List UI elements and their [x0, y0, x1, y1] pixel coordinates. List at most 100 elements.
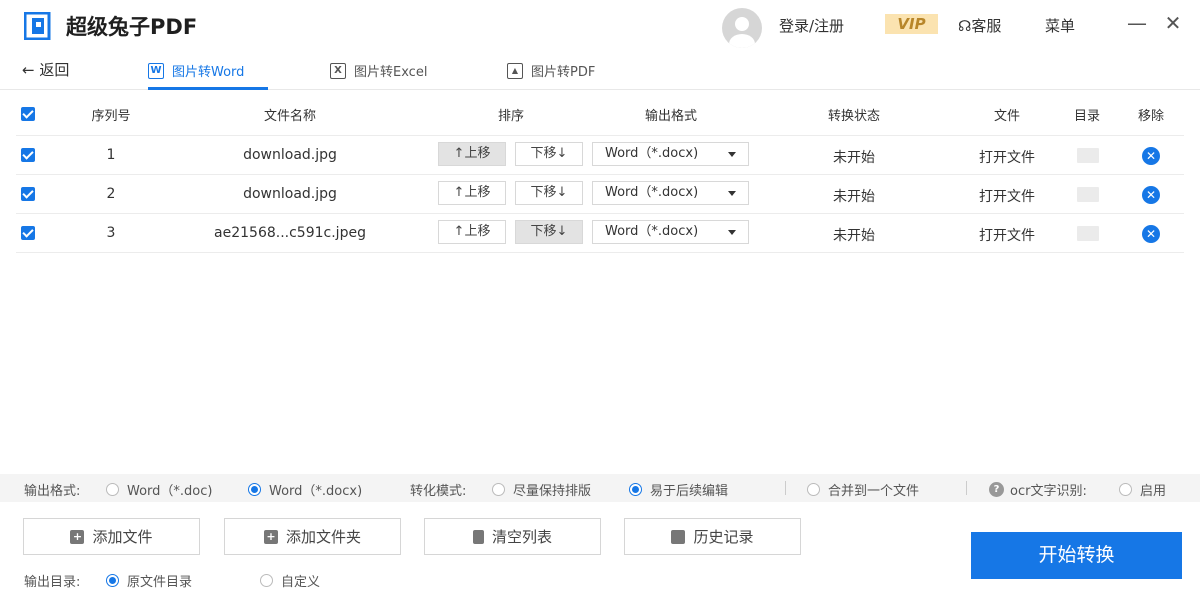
option-label: 原文件目录: [127, 575, 193, 590]
caret-down-icon: [728, 191, 736, 196]
row-status: 未开始: [833, 228, 875, 244]
mode-edit-option[interactable]: 易于后续编辑: [629, 480, 728, 499]
format-select[interactable]: Word（*.docx): [592, 181, 749, 205]
radio-button[interactable]: [248, 483, 261, 496]
table-row: 1 download.jpg ↑上移 下移↓ Word（*.docx) 未开始 …: [16, 136, 1184, 175]
menu-button[interactable]: 菜单: [1045, 15, 1075, 36]
history-icon: [671, 529, 686, 544]
mode-layout-option[interactable]: 尽量保持排版: [492, 480, 591, 499]
select-all-checkbox[interactable]: [21, 107, 35, 121]
button-label: 历史记录: [693, 528, 754, 546]
back-label: 返回: [39, 61, 70, 79]
row-index: 1: [106, 147, 116, 163]
minimize-button[interactable]: —: [1126, 12, 1148, 34]
radio-button[interactable]: [106, 483, 119, 496]
table-row: 2 download.jpg ↑上移 下移↓ Word（*.docx) 未开始 …: [16, 175, 1184, 214]
header-file: 文件: [993, 109, 1020, 124]
radio-button[interactable]: [807, 483, 820, 496]
folder-plus-icon: +: [263, 529, 278, 544]
table-header: 序列号 文件名称 排序 输出格式 转换状态 文件 目录 移除: [16, 92, 1184, 136]
start-convert-button[interactable]: 开始转换: [971, 532, 1182, 579]
ocr-enable-option[interactable]: 启用: [1119, 480, 1166, 499]
row-filename: ae21568...c591c.jpeg: [214, 225, 366, 241]
row-checkbox[interactable]: [21, 148, 35, 162]
move-up-button[interactable]: ↑上移: [438, 181, 506, 205]
format-value: Word（*.docx): [605, 224, 699, 239]
login-link[interactable]: 登录/注册: [779, 15, 844, 36]
add-file-button[interactable]: + 添加文件: [23, 518, 200, 555]
folder-icon[interactable]: [1077, 187, 1099, 202]
avatar[interactable]: [722, 8, 762, 48]
header-dir: 目录: [1073, 109, 1100, 124]
header-index: 序列号: [91, 109, 131, 124]
vip-badge[interactable]: VIP: [885, 14, 938, 34]
add-folder-button[interactable]: + 添加文件夹: [224, 518, 401, 555]
row-filename: download.jpg: [243, 186, 337, 202]
radio-button[interactable]: [1119, 483, 1132, 496]
open-file-link[interactable]: 打开文件: [967, 186, 1047, 206]
option-label: 启用: [1140, 484, 1167, 499]
history-button[interactable]: 历史记录: [624, 518, 801, 555]
tab-image-to-pdf[interactable]: ▲ 图片转PDF: [507, 61, 595, 80]
folder-icon[interactable]: [1077, 226, 1099, 241]
button-label: 清空列表: [491, 528, 552, 546]
tab-image-to-word[interactable]: W 图片转Word: [148, 61, 244, 80]
options-bar: 输出格式: Word（*.doc) Word（*.docx) 转化模式: 尽量保…: [0, 474, 1200, 502]
format-select[interactable]: Word（*.docx): [592, 142, 749, 166]
row-status: 未开始: [833, 150, 875, 166]
open-file-link[interactable]: 打开文件: [967, 225, 1047, 245]
back-button[interactable]: ← 返回: [22, 59, 69, 80]
row-index: 2: [106, 186, 116, 202]
remove-icon[interactable]: ✕: [1142, 186, 1160, 204]
close-window-button[interactable]: ✕: [1162, 12, 1184, 34]
tab-bar: ← 返回 W 图片转Word X 图片转Excel ▲ 图片转PDF: [0, 50, 1200, 90]
arrow-left-icon: ←: [22, 61, 35, 79]
remove-icon[interactable]: ✕: [1142, 225, 1160, 243]
clear-list-button[interactable]: 清空列表: [424, 518, 601, 555]
format-select[interactable]: Word（*.docx): [592, 220, 749, 244]
header-status: 转换状态: [827, 109, 880, 124]
tab-label: 图片转Word: [172, 65, 245, 80]
radio-button[interactable]: [260, 574, 273, 587]
tab-label: 图片转Excel: [354, 65, 428, 80]
service-button[interactable]: ☊客服: [958, 15, 1001, 36]
header-filename: 文件名称: [263, 109, 316, 124]
merge-option[interactable]: 合并到一个文件: [807, 480, 919, 499]
option-label: Word（*.docx): [269, 484, 363, 499]
plus-icon: +: [70, 529, 85, 544]
app-title: 超级兔子PDF: [66, 15, 198, 39]
active-tab-indicator: [148, 87, 268, 90]
move-down-button[interactable]: 下移↓: [515, 220, 583, 244]
radio-button[interactable]: [492, 483, 505, 496]
folder-icon[interactable]: [1077, 148, 1099, 163]
move-down-button[interactable]: 下移↓: [515, 181, 583, 205]
help-icon[interactable]: ?: [989, 482, 1004, 497]
format-doc-option[interactable]: Word（*.doc): [106, 480, 212, 499]
output-custom-option[interactable]: 自定义: [260, 571, 320, 590]
radio-button[interactable]: [629, 483, 642, 496]
option-label: 尽量保持排版: [513, 484, 592, 499]
header-format: 输出格式: [644, 109, 697, 124]
ocr-label-text: ocr文字识别:: [1010, 484, 1087, 499]
row-checkbox[interactable]: [21, 187, 35, 201]
output-format-label: 输出格式:: [24, 484, 81, 499]
radio-button[interactable]: [106, 574, 119, 587]
format-docx-option[interactable]: Word（*.docx): [248, 480, 362, 499]
move-up-button[interactable]: ↑上移: [438, 220, 506, 244]
format-value: Word（*.docx): [605, 185, 699, 200]
open-file-link[interactable]: 打开文件: [967, 147, 1047, 167]
tab-label: 图片转PDF: [531, 65, 596, 80]
excel-icon: X: [330, 62, 346, 79]
option-label: 合并到一个文件: [828, 484, 920, 499]
row-index: 3: [106, 225, 116, 241]
app-logo-icon: [24, 12, 51, 40]
remove-icon[interactable]: ✕: [1142, 147, 1160, 165]
output-original-option[interactable]: 原文件目录: [106, 571, 192, 590]
ocr-label: ? ocr文字识别:: [989, 480, 1087, 499]
move-down-button[interactable]: 下移↓: [515, 142, 583, 166]
word-icon: W: [148, 62, 164, 79]
move-up-button[interactable]: ↑上移: [438, 142, 506, 166]
row-checkbox[interactable]: [21, 226, 35, 240]
tab-image-to-excel[interactable]: X 图片转Excel: [330, 61, 427, 80]
header-order: 排序: [497, 109, 524, 124]
